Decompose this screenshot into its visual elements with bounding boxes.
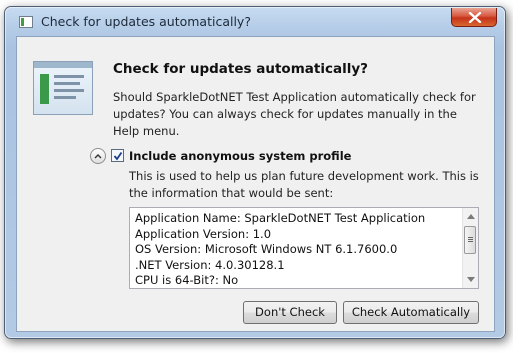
dialog-content: Check for updates automatically? Should … <box>16 36 495 332</box>
collapse-profile-button[interactable] <box>90 148 106 164</box>
dialog-window: Check for updates automatically? Check f… <box>4 6 506 339</box>
vertical-scrollbar[interactable] <box>462 208 478 288</box>
system-profile-list[interactable]: Application Name: SparkleDotNET Test App… <box>129 207 479 289</box>
close-icon <box>468 12 482 23</box>
title-bar[interactable]: Check for updates automatically? <box>5 7 505 37</box>
scrollbar-thumb[interactable] <box>464 226 476 254</box>
chevron-up-icon <box>94 154 102 159</box>
close-button[interactable] <box>451 8 497 27</box>
dont-check-button[interactable]: Don't Check <box>243 301 337 324</box>
dialog-heading: Check for updates automatically? <box>113 61 368 77</box>
app-window-icon <box>19 16 33 28</box>
system-profile-label[interactable]: Include anonymous system profile <box>129 149 351 163</box>
profile-line: Application Version: 1.0 <box>135 226 272 241</box>
profile-line: Application Name: SparkleDotNET Test App… <box>135 211 426 225</box>
scroll-down-arrow-icon[interactable] <box>467 277 475 283</box>
system-profile-checkbox[interactable] <box>111 149 124 162</box>
window-title: Check for updates automatically? <box>41 14 251 29</box>
profile-info-text: This is used to help us plan future deve… <box>129 169 479 200</box>
profile-line: OS Version: Microsoft Windows NT 6.1.760… <box>135 242 398 256</box>
dialog-description: Should SparkleDotNET Test Application au… <box>113 90 476 138</box>
profile-line: .NET Version: 4.0.30128.1 <box>135 257 285 272</box>
scroll-up-arrow-icon[interactable] <box>467 213 475 219</box>
update-app-icon <box>33 61 93 115</box>
check-automatically-button[interactable]: Check Automatically <box>343 301 479 324</box>
profile-line: CPU is 64-Bit?: No <box>135 273 239 287</box>
checkmark-icon <box>113 151 123 161</box>
